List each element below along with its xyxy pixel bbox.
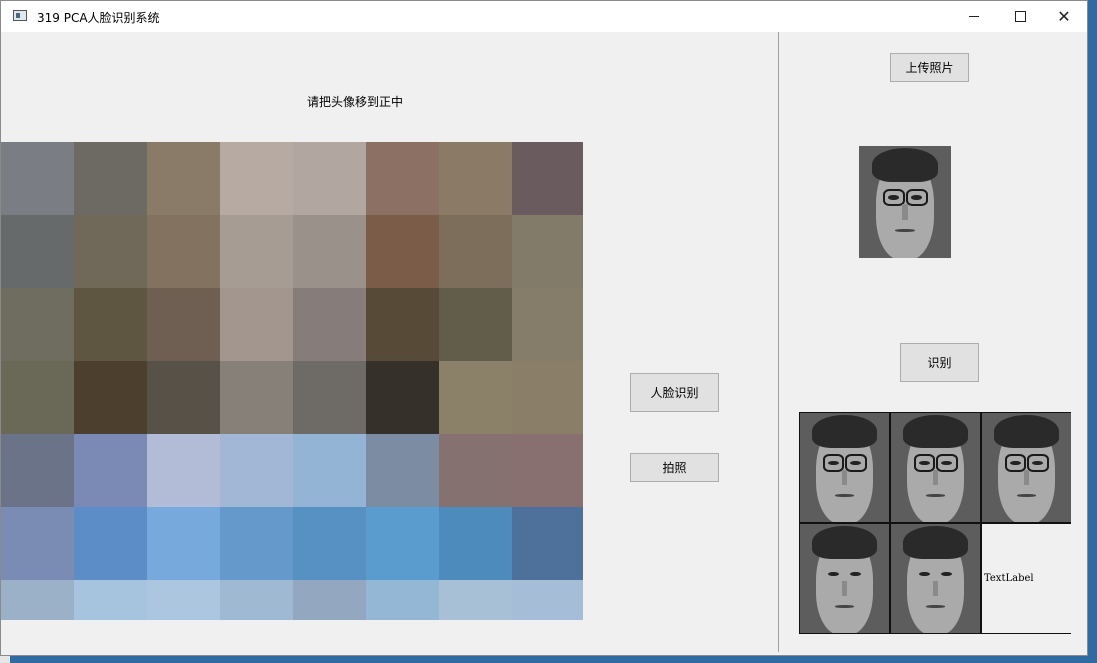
uploaded-face-image (859, 146, 951, 258)
camera-pixel-block (220, 215, 293, 288)
camera-pixel-block (1, 142, 74, 215)
camera-pixel-block (366, 142, 439, 215)
close-icon: ✕ (1057, 7, 1071, 26)
take-photo-button[interactable]: 拍照 (630, 453, 719, 482)
camera-pixel-block (147, 361, 220, 434)
camera-pixel-block (1, 215, 74, 288)
camera-pixel-block (1, 507, 74, 580)
camera-pixel-block (293, 434, 366, 507)
camera-pixel-block (439, 215, 512, 288)
camera-pixel-block (1, 288, 74, 361)
camera-pixel-block (1, 361, 74, 434)
camera-pixel-block (147, 142, 220, 215)
result-text-label: TextLabel (982, 524, 1071, 633)
camera-pixel-block (439, 507, 512, 580)
camera-pixel-block (512, 215, 583, 288)
camera-pixel-block (366, 434, 439, 507)
camera-pixel-block (439, 434, 512, 507)
camera-pixel-block (147, 215, 220, 288)
close-button[interactable]: ✕ (1041, 1, 1087, 32)
camera-pixel-block (74, 580, 147, 620)
camera-pixel-block (366, 288, 439, 361)
camera-pixel-block (366, 507, 439, 580)
camera-pixel-block (220, 507, 293, 580)
camera-pixel-block (147, 434, 220, 507)
result-face-image (800, 413, 889, 522)
maximize-icon (1014, 11, 1026, 22)
instruction-label: 请把头像移到正中 (307, 95, 404, 109)
camera-pixel-block (220, 434, 293, 507)
camera-pixel-block (220, 288, 293, 361)
camera-pixel-block (147, 507, 220, 580)
camera-pixel-block (293, 215, 366, 288)
camera-pixel-block (366, 215, 439, 288)
camera-pixel-block (74, 288, 147, 361)
window-title: 319 PCA人脸识别系统 (37, 11, 160, 25)
result-face-image (982, 413, 1071, 522)
camera-pixel-block (439, 288, 512, 361)
camera-pixel-block (512, 580, 583, 620)
app-icon (13, 10, 27, 21)
camera-pixel-block (439, 142, 512, 215)
recognition-results-grid: TextLabel (799, 412, 1071, 634)
upload-photo-button[interactable]: 上传照片 (890, 53, 969, 82)
camera-pixel-block (74, 434, 147, 507)
result-face-image (891, 524, 980, 633)
camera-pixel-block (366, 580, 439, 620)
camera-pixel-block (1, 580, 74, 620)
camera-pixel-block (74, 142, 147, 215)
result-face-image (891, 413, 980, 522)
camera-pixel-block (512, 288, 583, 361)
camera-pixel-block (74, 361, 147, 434)
camera-pixel-block (512, 142, 583, 215)
camera-pixel-block (293, 142, 366, 215)
main-content: 请把头像移到正中 人脸识别 拍照 上传照片 识别 TextLabel (1, 32, 1087, 655)
camera-pixel-block (293, 507, 366, 580)
camera-pixel-block (512, 507, 583, 580)
camera-pixel-block (220, 142, 293, 215)
camera-pixel-block (512, 434, 583, 507)
recognize-button[interactable]: 识别 (900, 343, 979, 382)
camera-pixel-block (74, 507, 147, 580)
face-recognition-button[interactable]: 人脸识别 (630, 373, 719, 412)
camera-pixel-block (293, 580, 366, 620)
camera-pixel-block (147, 580, 220, 620)
panel-divider (778, 32, 779, 652)
camera-preview (1, 142, 583, 620)
app-window: 319 PCA人脸识别系统 ✕ 请把头像移到正中 人脸识别 拍照 上传照片 识别… (0, 0, 1088, 656)
minimize-button[interactable] (951, 1, 997, 32)
camera-pixel-block (366, 361, 439, 434)
camera-pixel-block (512, 361, 583, 434)
camera-pixel-block (74, 215, 147, 288)
result-face-image (800, 524, 889, 633)
camera-pixel-block (293, 361, 366, 434)
title-bar[interactable]: 319 PCA人脸识别系统 ✕ (1, 1, 1087, 32)
minimize-icon (969, 16, 979, 17)
camera-pixel-block (220, 361, 293, 434)
camera-pixel-block (293, 288, 366, 361)
camera-pixel-block (1, 434, 74, 507)
camera-pixel-block (439, 580, 512, 620)
camera-pixel-block (147, 288, 220, 361)
camera-pixel-block (439, 361, 512, 434)
maximize-button[interactable] (997, 1, 1043, 32)
camera-pixel-block (220, 580, 293, 620)
